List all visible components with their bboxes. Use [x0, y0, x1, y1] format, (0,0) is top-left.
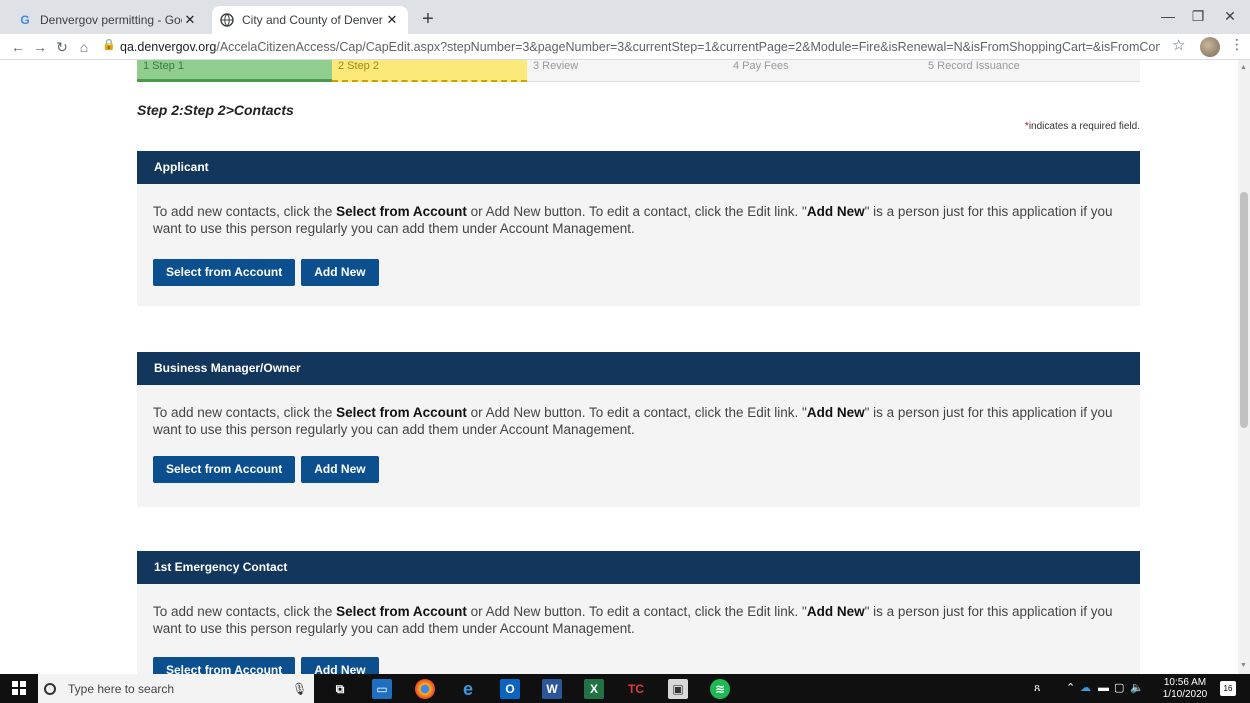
- address-bar[interactable]: qa.denvergov.org/AccelaCitizenAccess/Cap…: [120, 37, 1160, 57]
- close-window-button[interactable]: ✕: [1210, 4, 1250, 28]
- globe-icon: [220, 13, 234, 27]
- image-viewer-icon[interactable]: ▣: [668, 679, 688, 699]
- required-field-note: *indicates a required field.: [1024, 121, 1140, 132]
- browser-toolbar: ← → ↻ ⌂ 🔒 qa.denvergov.org/AccelaCitizen…: [0, 34, 1250, 60]
- people-icon[interactable]: ጸ: [1034, 674, 1040, 703]
- chrome-icon[interactable]: [415, 679, 435, 699]
- scroll-up-icon[interactable]: ▲: [1240, 64, 1247, 71]
- url-path: /AccelaCitizenAccess/Cap/CapEdit.aspx?st…: [216, 40, 1160, 54]
- instructions-text: To add new contacts, click the Select fr…: [153, 204, 1113, 236]
- step-5: 5 Record Issuance: [928, 60, 1020, 72]
- scroll-down-icon[interactable]: ▼: [1240, 662, 1247, 669]
- volume-icon[interactable]: 🔈: [1130, 674, 1144, 703]
- taskbar-search-box[interactable]: Type here to search 🎙: [38, 674, 314, 703]
- onedrive-icon[interactable]: ☁: [1080, 674, 1091, 703]
- internet-explorer-icon[interactable]: e: [458, 679, 478, 699]
- section-header: Business Manager/Owner: [137, 352, 1140, 385]
- select-from-account-button[interactable]: Select from Account: [153, 456, 296, 483]
- add-new-button[interactable]: Add New: [301, 259, 379, 286]
- outlook-icon[interactable]: O: [500, 679, 520, 699]
- add-new-button[interactable]: Add New: [301, 456, 379, 483]
- windows-taskbar: Type here to search 🎙 ⧉ ▭ e O W X TC ▣ ≋…: [0, 674, 1250, 703]
- tc-app-icon[interactable]: TC: [626, 679, 646, 699]
- button-row: Select from Account Add New: [153, 456, 379, 483]
- microphone-icon[interactable]: 🎙: [292, 682, 307, 696]
- page-title: Step 2:Step 2>Contacts: [137, 102, 294, 118]
- tray-chevron-icon[interactable]: ⌃: [1066, 674, 1075, 703]
- tab-city-county-denver[interactable]: City and County of Denver | ePer ✕: [212, 6, 408, 34]
- step-3: 3 Review: [533, 60, 579, 72]
- section-header: Applicant: [137, 151, 1140, 184]
- tab-denvergov-permitting[interactable]: G Denvergov permitting - Google S ✕: [10, 6, 206, 34]
- notifications-icon[interactable]: 16: [1220, 681, 1236, 696]
- step-1: 1 Step 1: [137, 60, 332, 82]
- bookmark-star-icon[interactable]: ☆: [1172, 36, 1185, 54]
- page-content: 1 Step 1 2 Step 2 3 Review 4 Pay Fees 5 …: [0, 60, 1238, 674]
- step-2: 2 Step 2: [332, 60, 527, 82]
- new-tab-button[interactable]: +: [416, 8, 440, 32]
- add-new-button[interactable]: Add New: [301, 657, 379, 674]
- tab-title: City and County of Denver | ePer: [242, 13, 384, 27]
- display-icon[interactable]: ▢: [1114, 674, 1124, 703]
- windows-start-icon[interactable]: [12, 681, 26, 695]
- select-from-account-button[interactable]: Select from Account: [153, 657, 296, 674]
- word-icon[interactable]: W: [542, 679, 562, 699]
- step-4: 4 Pay Fees: [733, 60, 789, 72]
- url-host: qa.denvergov.org: [120, 40, 217, 54]
- reload-icon[interactable]: ↻: [52, 36, 72, 58]
- tab-title: Denvergov permitting - Google S: [40, 13, 182, 27]
- cortana-icon: [44, 682, 56, 695]
- forward-arrow-icon[interactable]: →: [30, 36, 50, 58]
- lock-icon: 🔒: [102, 39, 116, 51]
- home-icon[interactable]: ⌂: [74, 36, 94, 58]
- button-row: Select from Account Add New: [153, 657, 379, 674]
- browser-menu-icon[interactable]: ⋮: [1230, 36, 1244, 53]
- profile-avatar[interactable]: [1200, 37, 1220, 57]
- search-placeholder: Type here to search: [68, 681, 175, 696]
- emergency-contact-section: 1st Emergency Contact To add new contact…: [137, 551, 1140, 674]
- close-tab-icon[interactable]: ✕: [182, 12, 198, 28]
- applicant-section: Applicant To add new contacts, click the…: [137, 151, 1140, 306]
- select-from-account-button[interactable]: Select from Account: [153, 259, 296, 286]
- spotify-icon[interactable]: ≋: [710, 679, 730, 699]
- scrollbar-thumb[interactable]: [1240, 192, 1248, 428]
- close-tab-icon[interactable]: ✕: [384, 12, 400, 28]
- page-scrollbar[interactable]: ▲ ▼: [1238, 60, 1250, 674]
- step-progress-bar: 1 Step 1 2 Step 2 3 Review 4 Pay Fees 5 …: [137, 60, 1140, 82]
- instructions-text: To add new contacts, click the Select fr…: [153, 604, 1113, 636]
- button-row: Select from Account Add New: [153, 259, 379, 286]
- business-manager-section: Business Manager/Owner To add new contac…: [137, 352, 1140, 507]
- network-icon[interactable]: ▬: [1098, 674, 1109, 703]
- google-icon: G: [20, 13, 30, 27]
- instructions-text: To add new contacts, click the Select fr…: [153, 405, 1113, 437]
- browser-tab-strip: G Denvergov permitting - Google S ✕ City…: [0, 0, 1250, 34]
- back-arrow-icon[interactable]: ←: [8, 36, 28, 58]
- system-clock[interactable]: 10:56 AM 1/10/2020: [1160, 677, 1210, 701]
- task-view-icon[interactable]: ⧉: [330, 679, 350, 699]
- file-explorer-icon[interactable]: ▭: [372, 679, 392, 699]
- excel-icon[interactable]: X: [584, 679, 604, 699]
- section-header: 1st Emergency Contact: [137, 551, 1140, 584]
